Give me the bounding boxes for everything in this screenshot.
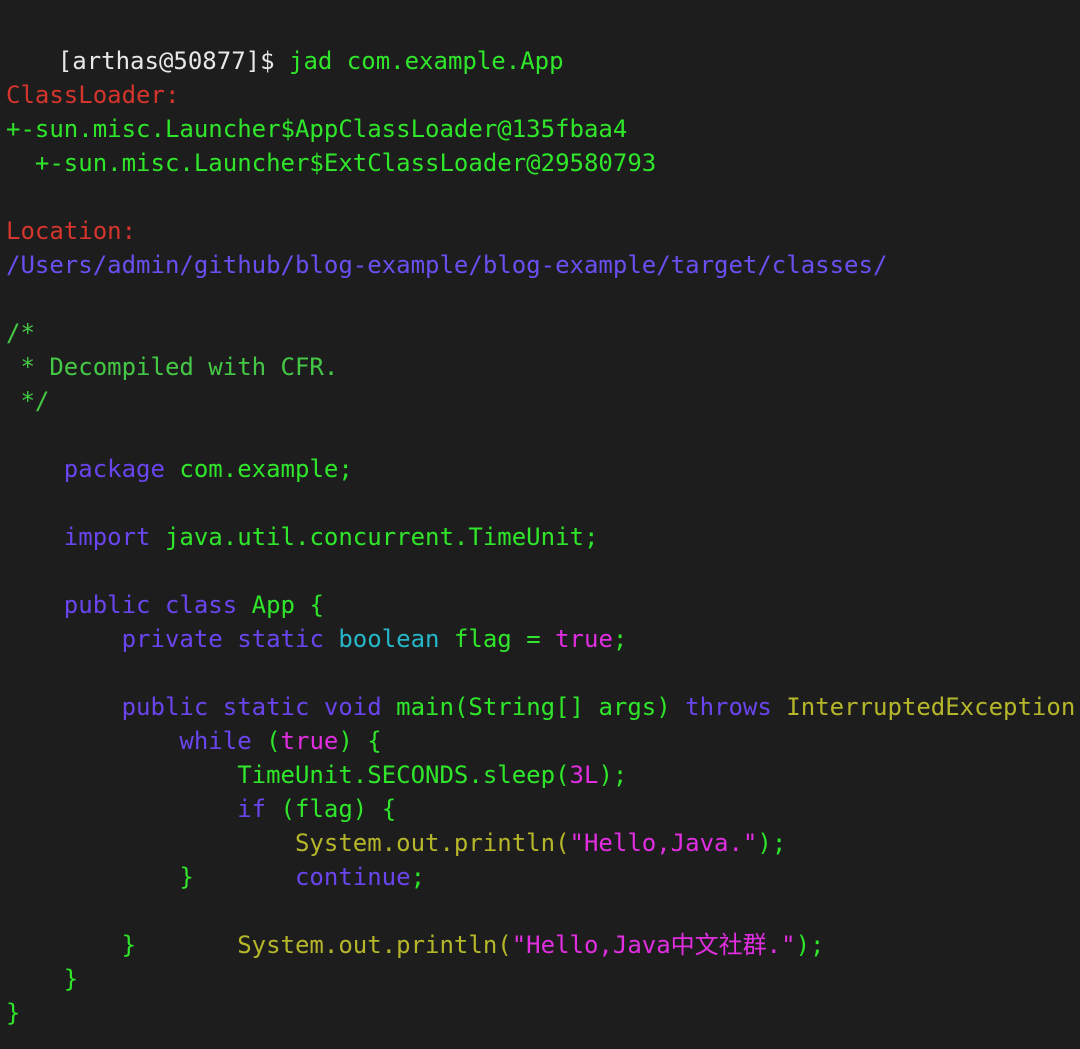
comment-body: * Decompiled with CFR. xyxy=(6,353,339,381)
println-2-string: "Hello,Java中文社群." xyxy=(511,931,796,959)
println-1-string: "Hello,Java." xyxy=(569,829,758,857)
if-close-brace: } xyxy=(6,863,194,891)
package-keyword: package xyxy=(63,455,165,483)
println-1-end: ); xyxy=(757,829,787,857)
location-path: /Users/admin/github/blog-example/blog-ex… xyxy=(6,251,888,279)
classloader-line-2: +-sun.misc.Launcher$ExtClassLoader@29580… xyxy=(6,149,657,177)
comment-open: /* xyxy=(6,319,35,347)
field-indent xyxy=(64,625,122,653)
location-label: Location: xyxy=(6,217,137,245)
println-2-call: System.out.println( xyxy=(237,931,512,959)
comment-close: */ xyxy=(6,387,50,415)
field-line: private static boolean flag = true; xyxy=(6,588,628,653)
main-exception-type: InterruptedException xyxy=(771,693,1076,721)
while-close-brace: } xyxy=(6,931,137,959)
sleep-end: ); xyxy=(598,761,628,789)
continue-end: ; xyxy=(410,863,426,891)
field-keyword-private: private xyxy=(121,625,223,653)
field-value: true xyxy=(540,625,613,653)
if-line: if (flag) { xyxy=(6,758,396,823)
main-close-brace: } xyxy=(6,965,79,993)
package-name: com.example; xyxy=(164,455,353,483)
println-2-end: ); xyxy=(795,931,825,959)
field-keyword-static: static xyxy=(222,625,324,653)
continue-keyword: continue xyxy=(294,863,411,891)
continue-line: continue; xyxy=(6,826,425,891)
class-close-brace: } xyxy=(6,999,21,1027)
sleep-argument: 3L xyxy=(569,761,599,789)
class-declaration-line: public class App { xyxy=(6,554,324,619)
field-end: ; xyxy=(612,625,628,653)
import-name: java.util.concurrent.TimeUnit; xyxy=(150,523,599,551)
terminal-window[interactable]: [arthas@50877]$ jad com.example.App Clas… xyxy=(0,0,1080,1049)
command-prompt-line: [arthas@50877]$ jad com.example.App xyxy=(0,10,564,75)
field-type: boolean xyxy=(323,625,440,653)
classloader-label: ClassLoader: xyxy=(6,81,180,109)
prompt-command: jad com.example.App xyxy=(289,47,564,75)
classloader-line-1: +-sun.misc.Launcher$AppClassLoader@135fb… xyxy=(6,115,628,143)
field-name: flag = xyxy=(439,625,541,653)
println-2-line: System.out.println("Hello,Java中文社群."); xyxy=(6,894,824,959)
main-method-line: public static void main(String[] args) t… xyxy=(6,656,1080,721)
prompt-user-host: [arthas@50877]$ xyxy=(57,47,275,75)
println-1-line: System.out.println("Hello,Java."); xyxy=(6,792,786,857)
import-line: import java.util.concurrent.TimeUnit; xyxy=(6,486,599,551)
package-line: package com.example; xyxy=(6,418,353,483)
while-line: while (true) { xyxy=(6,690,381,755)
main-open-brace: { xyxy=(1075,693,1080,721)
sleep-line: TimeUnit.SECONDS.sleep(3L); xyxy=(6,724,627,789)
import-keyword: import xyxy=(63,523,151,551)
main-signature: main(String[] args) xyxy=(381,693,671,721)
main-throws-keyword: throws xyxy=(670,693,772,721)
